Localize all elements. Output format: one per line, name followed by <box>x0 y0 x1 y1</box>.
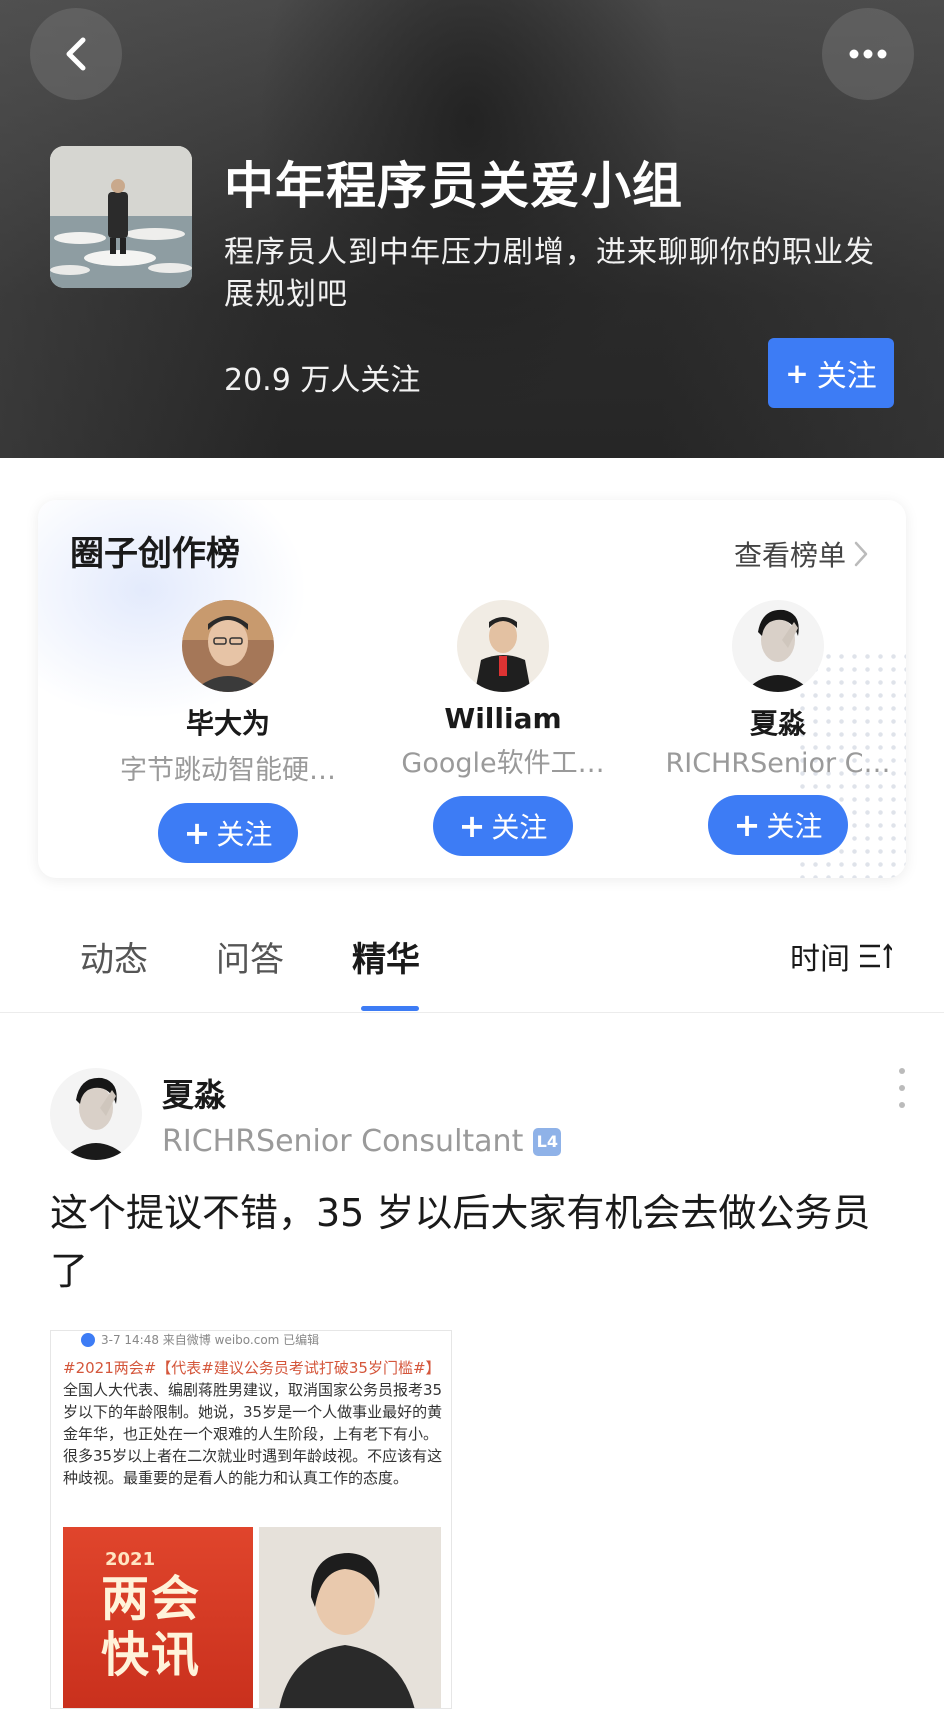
follow-label: 关注 <box>766 810 823 843</box>
follow-label: 关注 <box>816 359 877 394</box>
image-text: #2021两会#【代表#建议公务员考试打破35岁门槛#】全国人大代表、编剧蒋胜男… <box>63 1359 443 1487</box>
chevron-right-icon <box>854 541 868 567</box>
plus-icon: + <box>785 356 809 390</box>
image-badge-text: 两会快讯 <box>101 1571 202 1683</box>
creator-name: 夏淼 <box>749 707 806 740</box>
tabs-divider <box>0 1012 944 1013</box>
plus-icon: + <box>458 807 486 845</box>
post-author-name[interactable]: 夏淼 <box>162 1070 226 1116</box>
image-news-badge: 2021 两会快讯 <box>63 1527 253 1708</box>
plus-icon: + <box>183 814 211 852</box>
group-title: 中年程序员关爱小组 <box>224 157 683 215</box>
level-badge: L4 <box>533 1127 562 1156</box>
more-dots-icon <box>849 49 887 59</box>
image-meta: 3-7 14:48 来自微博 weibo.com 已编辑 <box>81 1331 319 1348</box>
follow-label: 关注 <box>491 811 548 844</box>
follow-button[interactable]: + 关注 <box>433 796 573 856</box>
verified-icon <box>81 1332 95 1347</box>
creator-item[interactable]: 夏淼 RICHRSenior C… + 关注 <box>648 600 906 855</box>
sort-button[interactable]: 时间 <box>790 934 892 978</box>
avatar[interactable] <box>457 600 549 692</box>
follower-count: 20.9 万人关注 <box>224 363 421 398</box>
creator-ranking-card: 圈子创作榜 查看榜单 毕大为 字节跳动智能硬… + 关注 William Goo… <box>38 500 906 878</box>
active-tab-indicator <box>361 1006 419 1011</box>
follow-button[interactable]: + 关注 <box>158 803 298 863</box>
avatar[interactable] <box>732 600 824 692</box>
creator-name: William <box>444 702 562 735</box>
author-title-text: RICHRSenior Consultant <box>162 1124 524 1159</box>
view-ranking-label: 查看榜单 <box>733 539 846 572</box>
plus-icon: + <box>733 806 761 844</box>
creator-title: RICHRSenior C… <box>665 748 891 779</box>
post-text: 这个提议不错，35 岁以后大家有机会去做公务员了 <box>50 1191 871 1293</box>
tab-featured[interactable]: 精华 <box>352 932 420 981</box>
view-ranking-link[interactable]: 查看榜单 <box>734 534 868 574</box>
post-author-title: RICHRSenior Consultant L4 <box>162 1124 562 1159</box>
tab-feed[interactable]: 动态 <box>80 932 148 981</box>
creator-title: 字节跳动智能硬… <box>120 755 336 786</box>
sort-icon <box>860 943 892 968</box>
chevron-left-icon <box>66 37 86 71</box>
creator-title: Google软件工… <box>401 748 605 779</box>
follow-label: 关注 <box>216 818 273 851</box>
image-speaker-photo <box>259 1527 441 1708</box>
post-more-icon[interactable] <box>896 1068 908 1108</box>
group-description: 程序员人到中年压力剧增，进来聊聊你的职业发展规划吧 <box>224 235 875 312</box>
creator-name: 毕大为 <box>185 707 270 740</box>
creator-item[interactable]: William Google软件工… + 关注 <box>373 600 633 856</box>
more-button[interactable] <box>822 8 914 100</box>
content-tabs: 动态 问答 精华 时间 <box>0 912 944 1012</box>
post-author-avatar[interactable] <box>50 1068 142 1160</box>
group-cover-image <box>50 146 192 288</box>
follow-button[interactable]: + 关注 <box>708 795 848 855</box>
avatar[interactable] <box>182 600 274 692</box>
post-image[interactable]: 3-7 14:48 来自微博 weibo.com 已编辑 #2021两会#【代表… <box>50 1330 452 1709</box>
creator-item[interactable]: 毕大为 字节跳动智能硬… + 关注 <box>98 600 358 863</box>
board-title: 圈子创作榜 <box>70 534 240 574</box>
follow-group-button[interactable]: + 关注 <box>768 338 894 408</box>
group-header: 中年程序员关爱小组 程序员人到中年压力剧增，进来聊聊你的职业发展规划吧 20.9… <box>0 0 944 458</box>
sort-label: 时间 <box>790 942 850 977</box>
back-button[interactable] <box>30 8 122 100</box>
tab-qa[interactable]: 问答 <box>216 932 284 981</box>
